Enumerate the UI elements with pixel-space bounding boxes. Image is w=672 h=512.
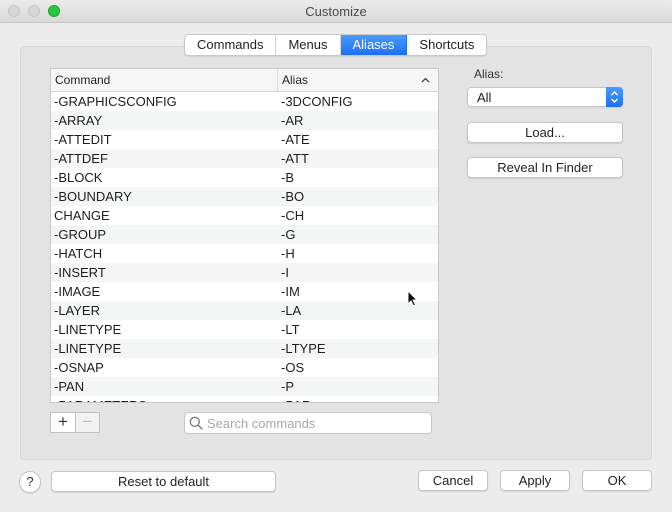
alias-filter-value: All [477, 90, 492, 105]
column-header-command-label: Command [55, 73, 111, 87]
table-row[interactable]: -ATTEDIT -ATE [51, 130, 438, 149]
customize-window: Customize Commands Menus Aliases Shortcu… [0, 0, 672, 512]
cancel-button[interactable]: Cancel [418, 470, 488, 491]
alias-cell[interactable]: -ATE [278, 130, 438, 149]
search-icon [185, 413, 207, 433]
table-row[interactable]: -INSERT -I [51, 263, 438, 282]
command-cell: -GROUP [54, 227, 106, 242]
alias-cell[interactable]: -P [278, 377, 438, 396]
alias-cell[interactable]: -LTYPE [278, 339, 438, 358]
command-cell: CHANGE [54, 208, 110, 223]
load-button[interactable]: Load... [467, 122, 623, 143]
alias-cell[interactable]: -3DCONFIG [278, 92, 438, 111]
add-remove-control: + − [50, 412, 100, 433]
table-row[interactable]: -ARRAY -AR [51, 111, 438, 130]
reset-to-default-button[interactable]: Reset to default [51, 471, 276, 492]
table-row[interactable]: -PARAMETERS-PAR [51, 396, 438, 402]
tab-bar: Commands Menus Aliases Shortcuts [184, 34, 488, 56]
command-cell: -OSNAP [54, 360, 104, 375]
table-row[interactable]: -LINETYPE -LTYPE [51, 339, 438, 358]
command-cell: -BOUNDARY [54, 189, 132, 204]
command-cell: -LINETYPE [54, 341, 122, 356]
column-header-command[interactable]: Command [51, 69, 278, 91]
table-header: Command Alias [51, 69, 438, 92]
command-cell: -INSERT [54, 265, 106, 280]
table-row[interactable]: -BLOCK -B [51, 168, 438, 187]
table-row[interactable]: -IMAGE -IM [51, 282, 438, 301]
command-cell: -LAYER [54, 303, 100, 318]
column-header-alias-label: Alias [282, 73, 309, 87]
alias-cell[interactable]: -CH [278, 206, 438, 225]
command-cell: -ARRAY [54, 113, 103, 128]
aliases-table: Command Alias -GRAPHICSCONFIG -3DCONFIG -A… [50, 68, 439, 403]
command-cell: -PAN [54, 379, 85, 394]
alias-cell[interactable]: -ATT [278, 149, 438, 168]
command-cell: -ATTDEF [54, 151, 108, 166]
alias-cell[interactable]: -LT [278, 320, 438, 339]
search-field[interactable] [184, 412, 432, 434]
table-body: -GRAPHICSCONFIG -3DCONFIG -ARRAY -AR -ATTEDI… [51, 92, 438, 402]
table-row[interactable]: -LAYER -LA [51, 301, 438, 320]
sort-ascending-icon [421, 69, 430, 100]
reveal-in-finder-button[interactable]: Reveal In Finder [467, 157, 623, 178]
alias-filter-label: Alias: [474, 67, 504, 81]
apply-button[interactable]: Apply [500, 470, 570, 491]
alias-cell[interactable]: -AR [278, 111, 438, 130]
table-row[interactable]: -BOUNDARY -BO [51, 187, 438, 206]
alias-cell[interactable]: -H [278, 244, 438, 263]
table-row[interactable]: -PAN -P [51, 377, 438, 396]
table-row[interactable]: -ATTDEF -ATT [51, 149, 438, 168]
column-header-alias[interactable]: Alias [278, 69, 438, 91]
alias-cell[interactable]: -OS [278, 358, 438, 377]
alias-cell[interactable]: -PAR [278, 396, 438, 402]
tab-shortcuts[interactable]: Shortcuts [407, 35, 486, 55]
remove-alias-button[interactable]: − [75, 413, 99, 432]
table-row[interactable]: -GROUP -G [51, 225, 438, 244]
command-cell: -ATTEDIT [54, 132, 112, 147]
command-cell: -LINETYPE [54, 322, 122, 337]
alias-cell[interactable]: -G [278, 225, 438, 244]
table-row[interactable]: -HATCH -H [51, 244, 438, 263]
command-cell: -HATCH [54, 246, 103, 261]
title-bar: Customize [0, 0, 672, 23]
table-row[interactable]: CHANGE -CH [51, 206, 438, 225]
ok-button[interactable]: OK [582, 470, 652, 491]
mouse-pointer-icon [407, 289, 419, 310]
add-alias-button[interactable]: + [51, 413, 75, 432]
table-row[interactable]: -GRAPHICSCONFIG -3DCONFIG [51, 92, 438, 111]
alias-cell[interactable]: -BO [278, 187, 438, 206]
command-cell: -PARAMETERS [51, 396, 278, 402]
tab-aliases[interactable]: Aliases [340, 35, 408, 55]
search-input[interactable] [207, 415, 422, 431]
window-title: Customize [305, 4, 367, 19]
table-row[interactable]: -LINETYPE -LT [51, 320, 438, 339]
help-button[interactable]: ? [19, 471, 41, 493]
table-row[interactable]: -OSNAP -OS [51, 358, 438, 377]
alias-cell[interactable]: -I [278, 263, 438, 282]
up-down-chevron-icon [606, 87, 623, 107]
command-cell: -BLOCK [54, 170, 103, 185]
tab-commands[interactable]: Commands [185, 35, 277, 55]
alias-cell[interactable]: -B [278, 168, 438, 187]
alias-filter-select[interactable]: All [467, 87, 623, 107]
tab-menus[interactable]: Menus [276, 35, 341, 55]
command-cell: -GRAPHICSCONFIG [54, 94, 177, 109]
command-cell: -IMAGE [54, 284, 101, 299]
